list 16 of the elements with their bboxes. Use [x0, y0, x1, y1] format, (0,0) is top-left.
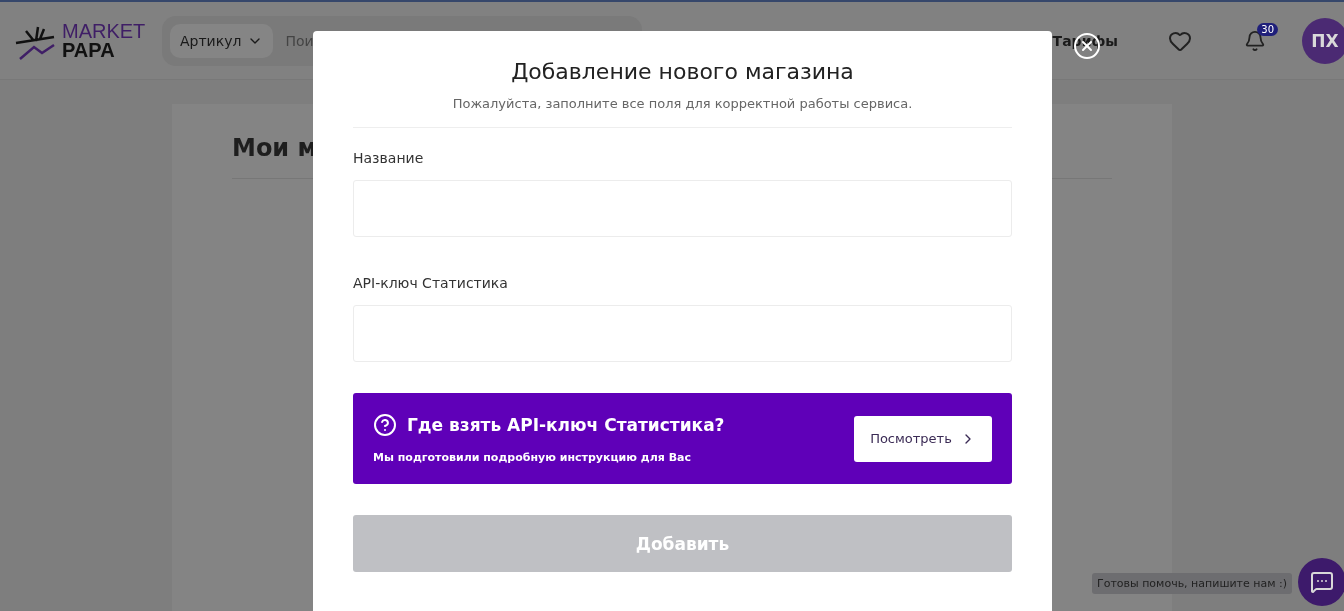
logo-text: MARKET — [62, 21, 146, 41]
field-label: API-ключ Статистика — [353, 275, 508, 291]
user-avatar[interactable]: ПХ — [1302, 17, 1344, 64]
search-mode-dropdown[interactable]: Артикул — [170, 23, 274, 58]
modal-subtitle: Пожалуйста, заполните все поля для корректной работы сервиса. — [451, 96, 914, 111]
field-label: Название — [353, 150, 424, 166]
help-icon — [373, 413, 397, 437]
chat-icon — [1310, 570, 1334, 594]
help-text: Мы подготовили подробную инструкцию для Вас — [373, 451, 692, 464]
view-button[interactable]: Посмотреть — [854, 415, 992, 462]
chat-tooltip: Готовы помочь, напишите нам :) — [1091, 573, 1292, 594]
notification-badge: 30 — [1257, 22, 1278, 36]
chat-button[interactable] — [1298, 558, 1344, 606]
logo-text: PAPA — [62, 40, 116, 60]
help-title: Где взять API-ключ Статистика? — [407, 415, 725, 435]
modal-title: Добавление нового магазина — [510, 59, 855, 84]
